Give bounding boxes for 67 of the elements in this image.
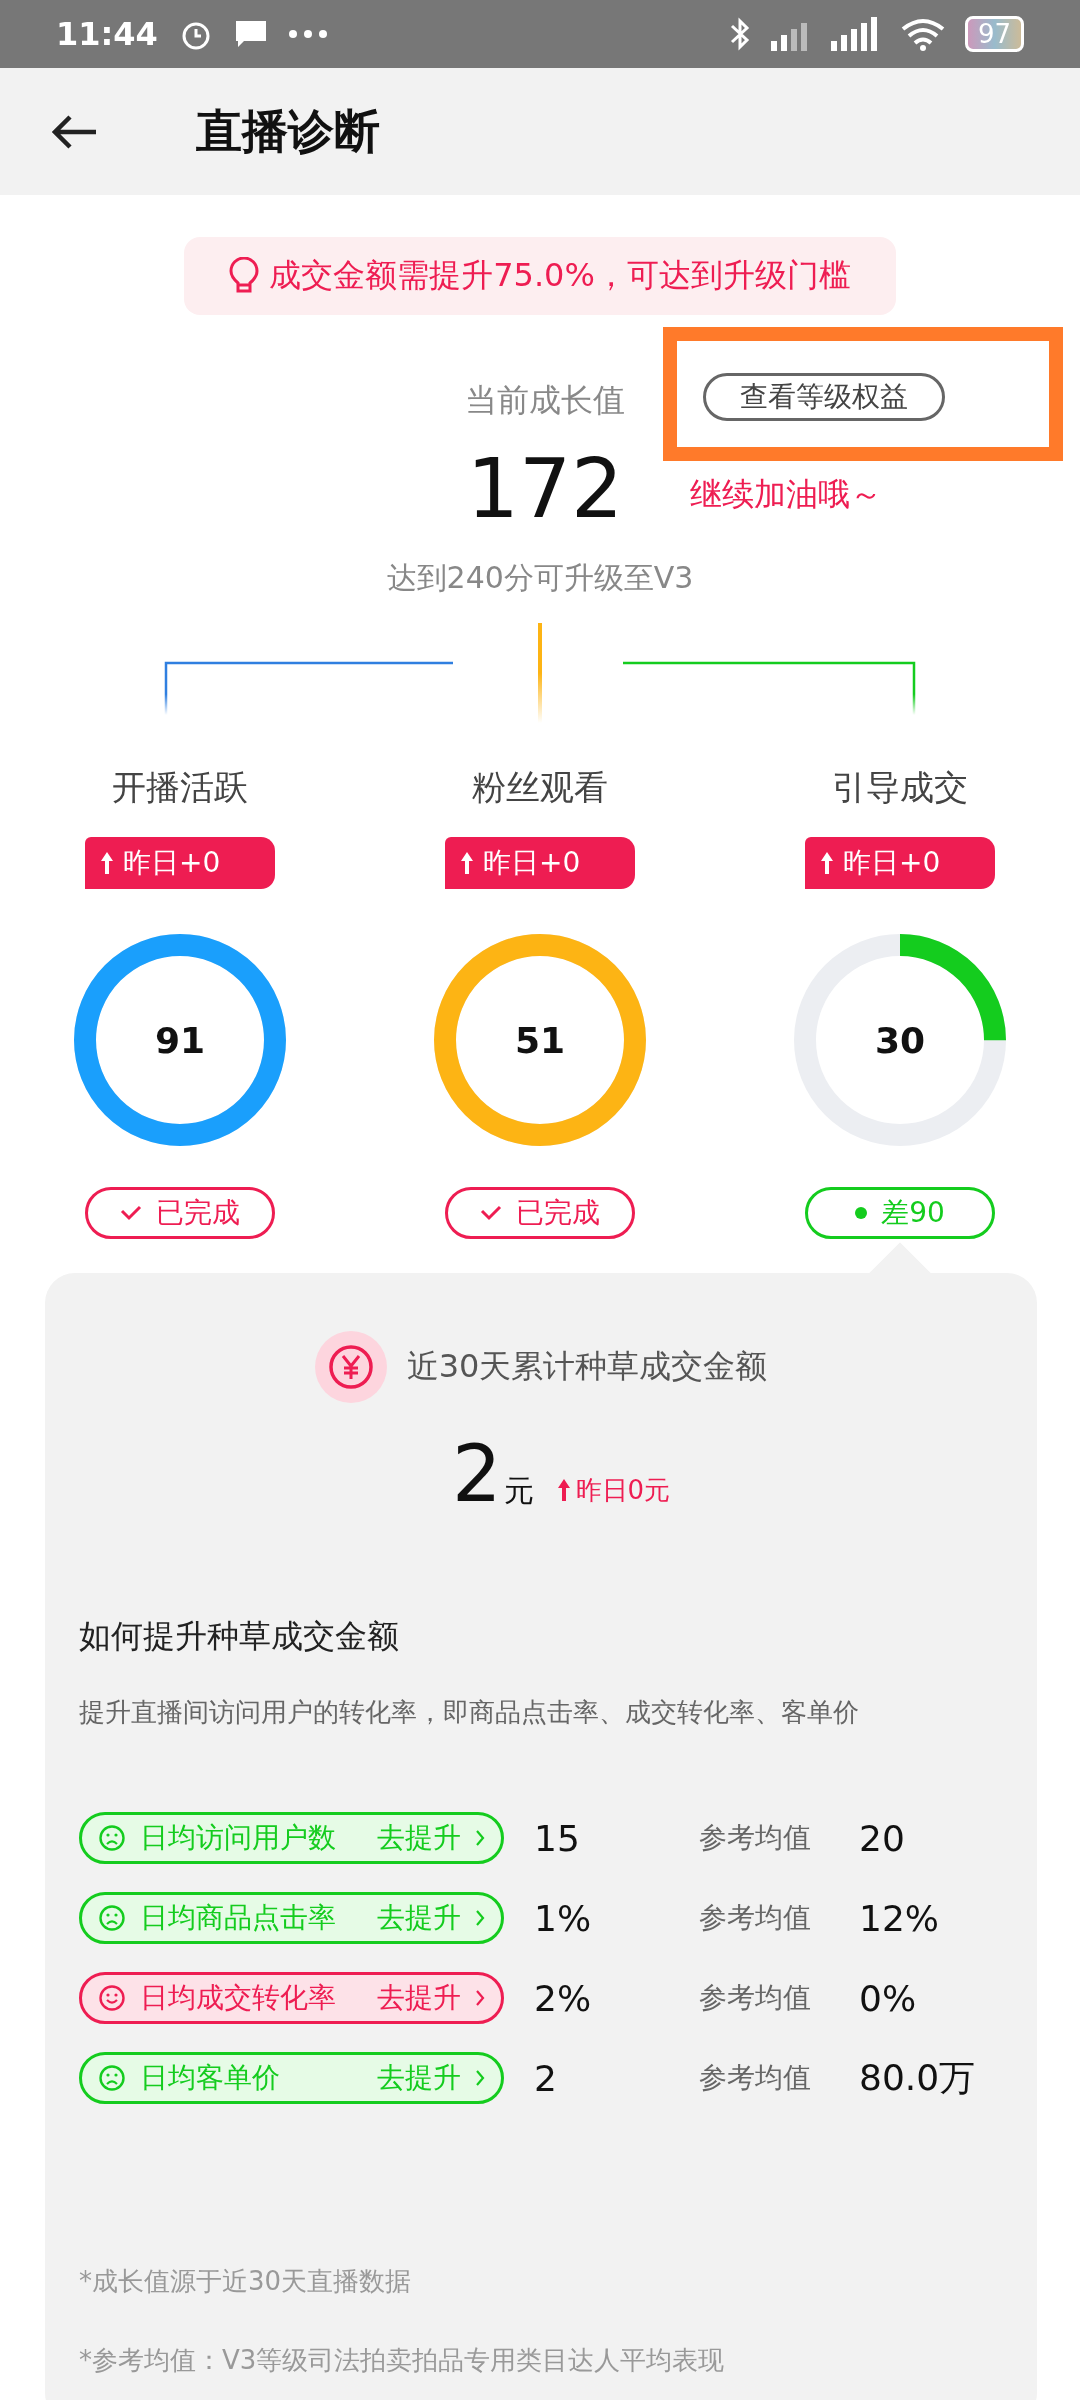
amount-unit: 元: [503, 1472, 534, 1510]
reference-value: 20: [859, 1817, 906, 1859]
metric-tag[interactable]: 日均成交转化率 去提升: [79, 1972, 504, 2024]
lightbulb-icon: [229, 257, 260, 295]
level-benefits-button[interactable]: 查看等级权益: [703, 373, 945, 421]
face-icon: [98, 1824, 126, 1852]
check-icon: [120, 1205, 142, 1221]
dimension-name: 引导成交: [832, 766, 968, 809]
metric-tag[interactable]: 日均商品点击率 去提升: [79, 1892, 504, 1944]
reference-value: 80.0万: [859, 2055, 977, 2100]
delta-text: 昨日+0: [843, 845, 941, 881]
yuan-icon: [314, 1331, 387, 1403]
dot-icon: [855, 1207, 868, 1219]
growth-label: 当前成长值: [465, 380, 625, 421]
section-title: 如何提升种草成交金额: [79, 1616, 400, 1657]
face-icon: [98, 2064, 126, 2092]
up-arrow-icon: [557, 1479, 570, 1501]
encourage-text: 继续加油哦～: [690, 474, 882, 515]
check-icon: [480, 1205, 502, 1221]
delta-text: 昨日+0: [483, 845, 581, 881]
status-pill: 已完成: [445, 1187, 635, 1239]
ring-value: 91: [154, 1019, 206, 1061]
up-arrow-icon: [101, 852, 113, 874]
upgrade-goal: 达到240分可升级至V3: [385, 559, 695, 597]
metric-tag[interactable]: 日均访问用户数 去提升: [79, 1812, 504, 1864]
up-arrow-icon: [461, 852, 473, 874]
back-icon[interactable]: [52, 113, 98, 150]
metric-value: 2%: [534, 1977, 593, 2019]
reference-value: 0%: [859, 1977, 918, 2019]
amount-title: 近30天累计种草成交金额: [406, 1346, 768, 1387]
dimension-name: 开播活跃: [112, 766, 248, 809]
page-title: 直播诊断: [196, 102, 380, 160]
footnote: *成长值源于近30天直播数据: [79, 2265, 413, 2298]
reference-label: 参考均值: [699, 1900, 812, 1936]
wifi-icon: [900, 17, 945, 51]
bluetooth-icon: [728, 16, 751, 52]
metric-value: 2: [534, 2057, 558, 2099]
ring-value: 51: [514, 1019, 566, 1061]
chevron-icon: [475, 1829, 485, 1847]
reference-label: 参考均值: [699, 1820, 812, 1856]
status-time: 11:44: [56, 15, 158, 53]
metric-value: 1%: [534, 1897, 593, 1939]
reference-label: 参考均值: [699, 2060, 812, 2096]
face-icon: [98, 1904, 126, 1932]
amount-delta: 昨日0元: [575, 1473, 671, 1507]
section-description: 提升直播间访问用户的转化率，即商品点击率、成交转化率、客单价: [79, 1696, 860, 1729]
growth-value: 172: [466, 441, 624, 536]
metric-value: 15: [534, 1817, 581, 1859]
dimension-name: 粉丝观看: [472, 766, 608, 809]
delta-text: 昨日+0: [123, 845, 221, 881]
tip-text: 成交金额需提升75.0%，可达到升级门槛: [269, 255, 851, 296]
footnote: *参考均值：V3等级司法拍卖拍品专用类目达人平均表现: [79, 2344, 726, 2377]
face-icon: [98, 1984, 126, 2012]
up-arrow-icon: [821, 852, 833, 874]
ring-value: 30: [874, 1019, 926, 1061]
metric-tag[interactable]: 日均客单价 去提升: [79, 2052, 504, 2104]
battery-level: 97: [964, 16, 1024, 52]
status-pill: 已完成: [85, 1187, 275, 1239]
reference-value: 12%: [859, 1897, 940, 1939]
more-icon: [287, 29, 328, 39]
chevron-icon: [475, 2069, 485, 2087]
reference-label: 参考均值: [699, 1980, 812, 2016]
message-icon: [233, 19, 268, 49]
chevron-icon: [475, 1989, 485, 2007]
chevron-icon: [475, 1909, 485, 1927]
status-pill: 差90: [805, 1187, 995, 1239]
amount-value: 2: [451, 1429, 502, 1519]
